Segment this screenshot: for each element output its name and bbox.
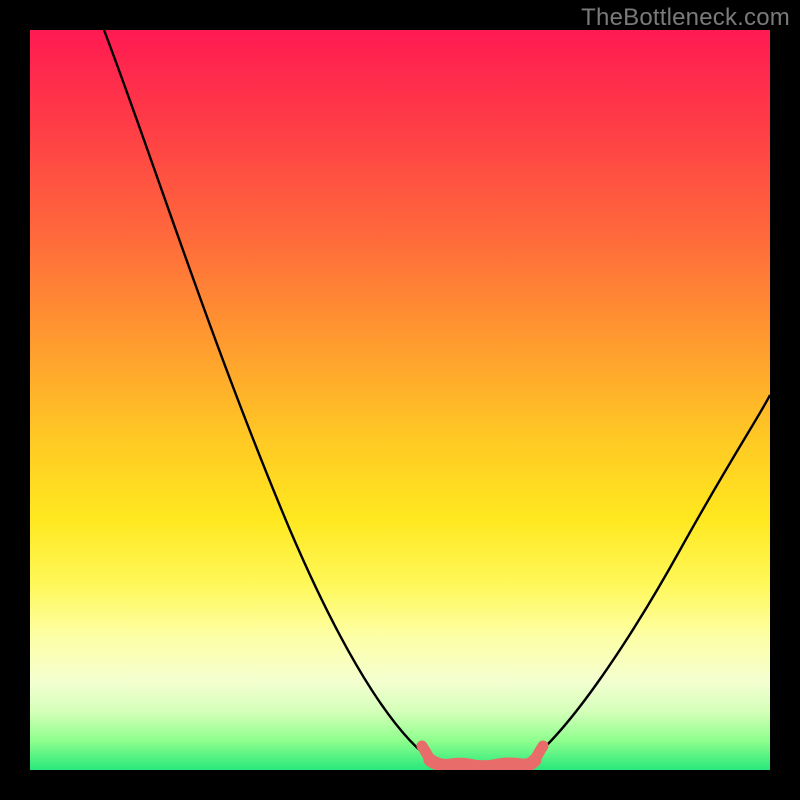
curve-left-branch	[104, 30, 435, 762]
curve-knee-right-tip	[535, 746, 543, 760]
chart-frame: TheBottleneck.com	[0, 0, 800, 800]
curve-knee-left-tip	[422, 746, 430, 760]
watermark-text: TheBottleneck.com	[581, 4, 790, 32]
curve-right-branch	[528, 395, 770, 762]
curve-knee-mark	[430, 760, 535, 767]
plot-area	[30, 30, 770, 770]
curve-layer	[30, 30, 770, 770]
